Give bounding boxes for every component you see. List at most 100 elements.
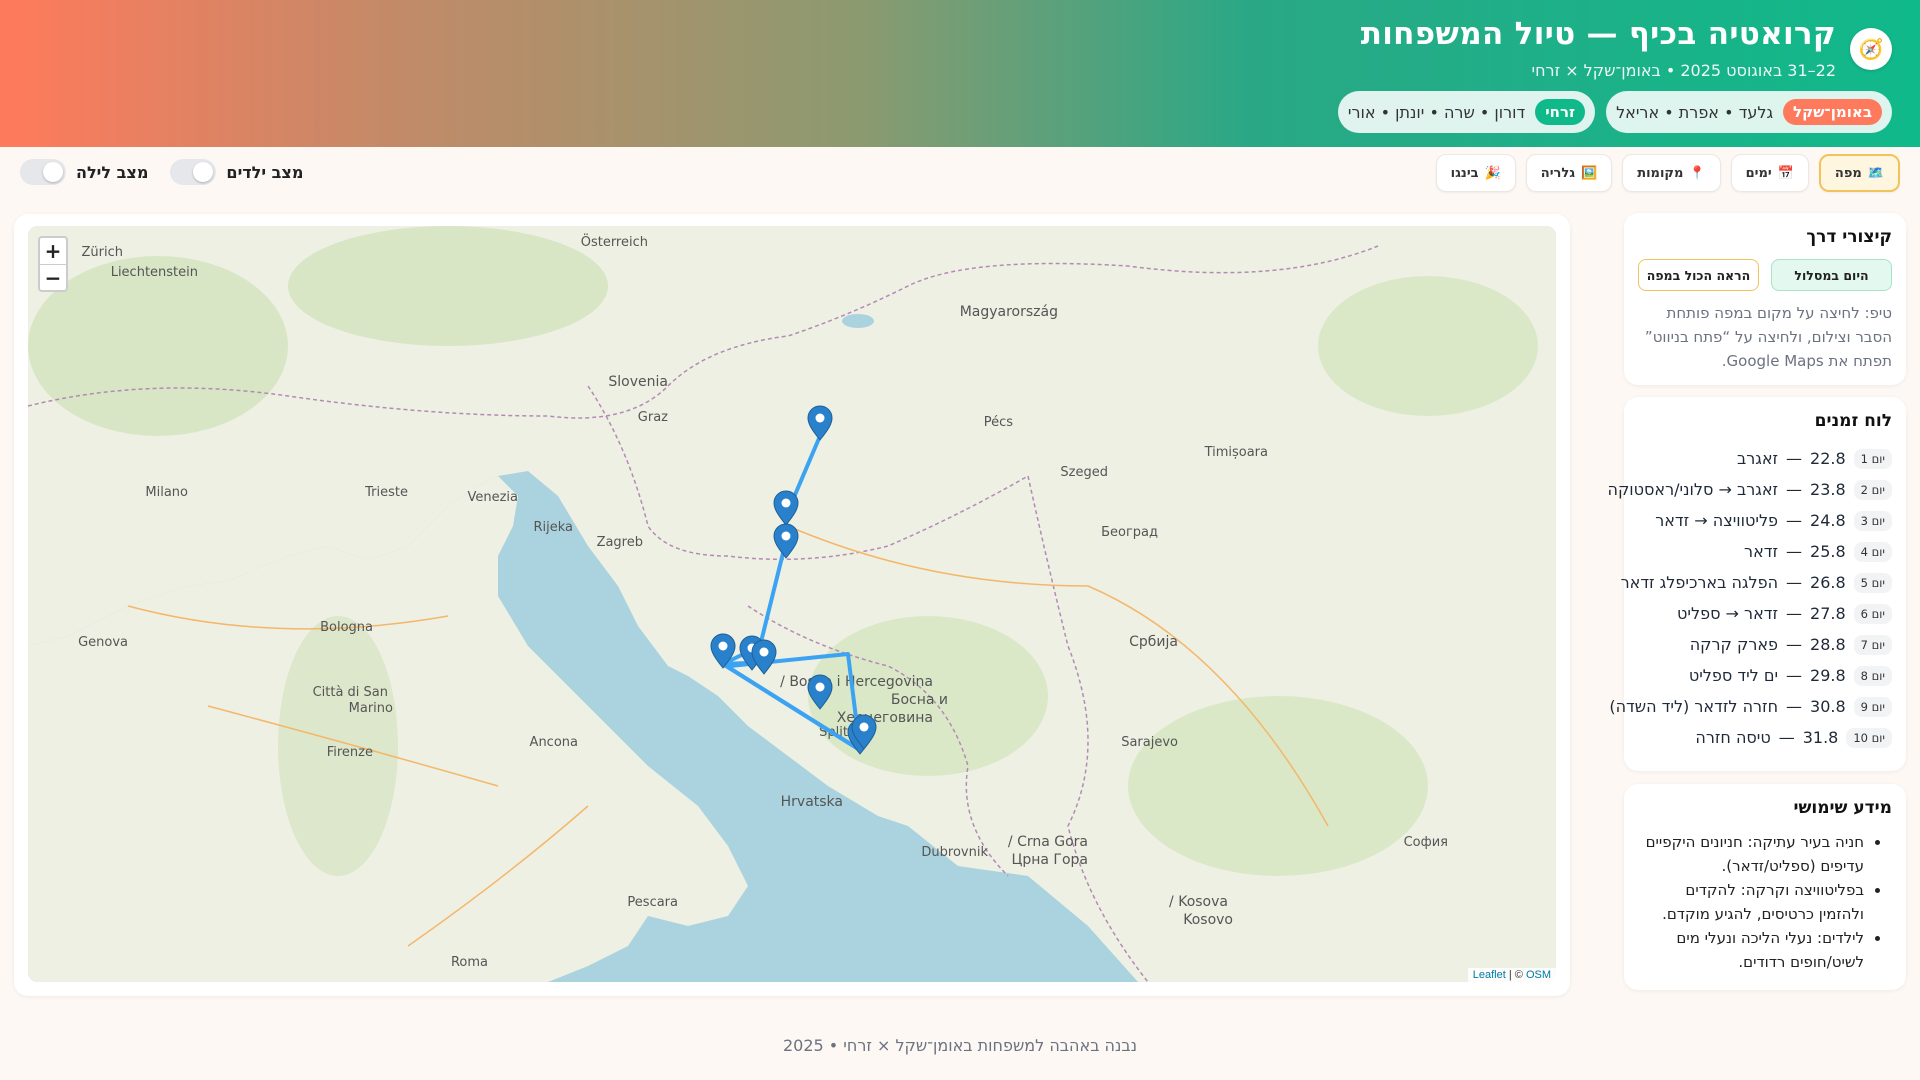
pin-icon: 📍: [1689, 165, 1706, 181]
schedule-date: 29.8: [1810, 666, 1846, 685]
forest-area: [1128, 696, 1428, 876]
map-label: Slovenia: [608, 374, 668, 390]
schedule-row[interactable]: יום 9 30.8 — חזרה לזדאר (ליד השדה): [1609, 691, 1892, 722]
map-label: Србија: [1129, 634, 1178, 650]
map-label: Milano: [145, 485, 188, 500]
night-mode-switch[interactable]: [20, 159, 66, 185]
day-badge: יום 3: [1853, 510, 1892, 531]
info-title: מידע שימושי: [1793, 798, 1892, 818]
map-canvas[interactable]: Österreich Graz Zagreb Slovenia Hrvatska…: [28, 226, 1556, 982]
map-label: Österreich: [581, 233, 648, 250]
map-icon: 🗺️: [1867, 165, 1884, 181]
schedule-text: זדאר → ספליט: [1677, 604, 1779, 623]
schedule-row[interactable]: יום 4 25.8 — זדאר: [1638, 536, 1892, 567]
schedule-dash: —: [1786, 697, 1803, 716]
main-tabs: 🗺️ מפה 📅 ימים 📍 מקומות 🖼️ גלריה 🎉 בינגו: [1435, 154, 1900, 192]
tab-days[interactable]: 📅 ימים: [1730, 154, 1809, 192]
tab-bingo[interactable]: 🎉 בינגו: [1435, 154, 1516, 192]
today-on-route-button[interactable]: היום במסלול: [1771, 259, 1892, 291]
map-label: Rijeka: [533, 520, 573, 535]
schedule-text: פליטוויצה → זדאר: [1655, 511, 1779, 530]
map-label: Liechtenstein: [111, 265, 198, 280]
map-label: Босна и: [891, 692, 948, 708]
schedule-row[interactable]: יום 5 26.8 — הפלגה בארכיפלג זדאר: [1621, 567, 1892, 598]
day-badge: יום 8: [1853, 665, 1892, 686]
leaflet-link[interactable]: Leaflet: [1473, 969, 1506, 981]
schedule-text: זאגרב: [1736, 449, 1779, 468]
schedule-row[interactable]: יום 6 27.8 — זדאר → ספליט: [1638, 598, 1892, 629]
schedule-date: 31.8: [1802, 728, 1839, 747]
map-label: Zürich: [82, 245, 124, 260]
lake: [842, 314, 874, 328]
map-label: Bologna: [320, 620, 373, 635]
day-badge: יום 1: [1853, 448, 1892, 469]
schedule-text: ים ליד ספליט: [1688, 666, 1779, 685]
schedule-text: חזרה לזדאר (ליד השדה): [1609, 697, 1779, 716]
show-all-on-map-button[interactable]: הראה הכול במפה: [1638, 259, 1759, 291]
map-label: Venezia: [467, 490, 518, 505]
tab-gallery[interactable]: 🖼️ גלריה: [1525, 154, 1613, 192]
map-label: Црна Гора: [1011, 852, 1088, 868]
schedule-dash: —: [1786, 604, 1803, 623]
info-item: בפליטוויצה וקרקה: להקדים ולהזמין כרטיסים…: [1638, 878, 1864, 926]
map-label: Pécs: [984, 415, 1014, 430]
map-label: Genova: [78, 635, 128, 650]
zoom-in-button[interactable]: +: [40, 238, 66, 264]
map-label: Timișoara: [1204, 445, 1268, 460]
picture-icon: 🖼️: [1581, 165, 1598, 181]
map-label: Città di San: [313, 685, 388, 700]
trip-map[interactable]: Österreich Graz Zagreb Slovenia Hrvatska…: [28, 226, 1556, 982]
map-label: Bosna i Hercegovina /: [780, 674, 933, 690]
schedule-list: יום 1 22.8 — זאגרב יום 2 23.8 — זאגרב → סלוני/ר…: [1608, 443, 1892, 753]
schedule-row[interactable]: יום 10 31.8 — טיסה חזרה: [1638, 722, 1892, 753]
kids-mode-switch[interactable]: [170, 159, 217, 185]
kids-mode-toggle[interactable]: מצב ילדים: [170, 159, 303, 185]
tab-label: מקומות: [1637, 165, 1684, 181]
header-banner: 🧭 קרואטיה בכיף — טיול המשפחות 22–31 באוג…: [0, 0, 1920, 147]
schedule-row[interactable]: יום 7 28.8 — פארק קרקה: [1638, 629, 1892, 660]
schedule-dash: —: [1786, 449, 1803, 468]
map-label: Kosovo: [1183, 912, 1233, 928]
schedule-title: לוח זמנים: [1814, 411, 1892, 431]
family-members: גלעד • אפרת • אריאל: [1616, 102, 1774, 122]
schedule-text: זאגרב → סלוני/ראסטוקה: [1607, 480, 1779, 499]
map-label: Graz: [638, 410, 668, 425]
map-label: Ancona: [530, 735, 578, 750]
night-mode-label: מצב לילה: [76, 162, 149, 182]
info-item: חניה בעיר עתיקה: חניונים היקפיים עדיפים …: [1638, 830, 1864, 878]
schedule-row[interactable]: יום 3 24.8 — פליטוויצה → זדאר: [1638, 505, 1892, 536]
tab-places[interactable]: 📍 מקומות: [1622, 154, 1721, 192]
schedule-date: 24.8: [1810, 511, 1846, 530]
attribution-separator: | ©: [1505, 969, 1526, 981]
kids-mode-label: מצב ילדים: [226, 162, 304, 182]
info-item: לילדים: נעלי הליכה ונעלי מים לשיט/חופים …: [1638, 926, 1864, 974]
info-card: מידע שימושי חניה בעיר עתיקה: חניונים היק…: [1624, 784, 1906, 990]
map-label: Zagreb: [597, 535, 643, 550]
map-label: Crna Gora /: [1008, 834, 1088, 850]
schedule-row[interactable]: יום 2 23.8 — זאגרב → סלוני/ראסטוקה: [1608, 474, 1892, 505]
schedule-text: הפלגה בארכיפלג זדאר: [1620, 573, 1779, 592]
day-badge: יום 2: [1853, 479, 1892, 500]
map-label: Marino: [349, 701, 393, 716]
schedule-date: 25.8: [1810, 542, 1846, 561]
day-badge: יום 9: [1853, 696, 1892, 717]
party-icon: 🎉: [1484, 165, 1501, 181]
day-badge: יום 6: [1853, 603, 1892, 624]
osm-link[interactable]: OSM: [1526, 969, 1551, 981]
map-label: Hrvatska: [781, 794, 843, 810]
night-mode-toggle[interactable]: מצב לילה: [20, 159, 148, 185]
map-label: Firenze: [327, 745, 373, 760]
schedule-date: 23.8: [1810, 480, 1846, 499]
tab-label: מפה: [1834, 165, 1862, 181]
map-label: Sarajevo: [1121, 735, 1178, 750]
info-list: חניה בעיר עתיקה: חניונים היקפיים עדיפים …: [1638, 830, 1892, 974]
schedule-date: 30.8: [1810, 697, 1846, 716]
map-label: Београд: [1101, 525, 1158, 540]
schedule-row[interactable]: יום 1 22.8 — זאגרב: [1638, 443, 1892, 474]
zoom-out-button[interactable]: −: [40, 264, 66, 290]
map-attribution: Leaflet | © OSM: [1467, 968, 1556, 982]
schedule-dash: —: [1778, 728, 1795, 747]
schedule-text: פארק קרקה: [1689, 635, 1779, 654]
tab-map[interactable]: 🗺️ מפה: [1818, 154, 1900, 192]
schedule-row[interactable]: יום 8 29.8 — ים ליד ספליט: [1638, 660, 1892, 691]
